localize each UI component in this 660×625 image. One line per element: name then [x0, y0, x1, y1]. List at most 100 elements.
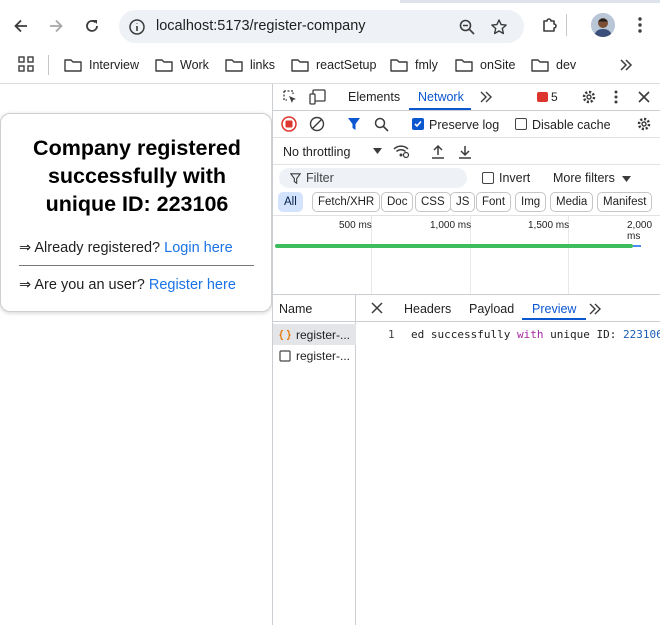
browser-toolbar: localhost:5173/register-company — [0, 0, 660, 50]
bookmark-label[interactable]: onSite — [480, 58, 515, 72]
folder-icon — [291, 59, 309, 72]
filter-chip-js[interactable]: JS — [450, 192, 476, 212]
filter-chip-css[interactable]: CSS — [415, 192, 451, 212]
close-icon[interactable] — [636, 89, 652, 105]
more-tabs-chevron-icon[interactable] — [479, 91, 493, 103]
login-prompt-line: ⇒ Already registered? Login here — [19, 240, 233, 256]
login-prompt: ⇒ Already registered? — [19, 240, 161, 256]
divider — [19, 265, 254, 266]
folder-icon — [390, 59, 408, 72]
timeline-tick-label: 1,000 ms — [430, 220, 472, 231]
dropdown-arrow-icon[interactable] — [372, 147, 382, 155]
dropdown-arrow-icon[interactable] — [621, 175, 631, 183]
tab-headers[interactable]: Headers — [404, 302, 451, 316]
bookmark-label[interactable]: links — [250, 58, 275, 72]
more-filters-button[interactable]: More filters — [553, 171, 615, 185]
avatar[interactable] — [591, 13, 615, 37]
request-name[interactable]: register-... — [296, 349, 350, 363]
filter-funnel-icon[interactable] — [346, 116, 362, 132]
bookmark-folder[interactable]: onSite — [455, 55, 515, 75]
filter-chip-all[interactable]: All — [278, 192, 303, 212]
bookmark-label[interactable]: dev — [556, 58, 576, 72]
register-link[interactable]: Register here — [149, 277, 236, 293]
tab-preview[interactable]: Preview — [532, 302, 576, 316]
folder-icon — [225, 59, 243, 72]
filter-input[interactable]: Filter — [279, 168, 467, 188]
bookmark-star-icon[interactable] — [489, 17, 509, 37]
network-timeline-overview[interactable]: 500 ms 1,000 ms 1,500 ms 2,000 ms — [273, 215, 660, 295]
address-bar[interactable]: localhost:5173/register-company — [119, 10, 524, 43]
bookmark-label[interactable]: fmly — [415, 58, 438, 72]
filter-chip-manifest[interactable]: Manifest — [597, 192, 653, 212]
request-name[interactable]: register-... — [296, 328, 350, 342]
preserve-log-checkbox[interactable] — [412, 118, 424, 130]
folder-icon — [455, 59, 473, 72]
filter-chip-img[interactable]: Img — [515, 192, 547, 212]
devtools-menu-kebab-icon[interactable] — [612, 89, 620, 105]
folder-icon — [64, 59, 82, 72]
device-toolbar-icon[interactable] — [309, 89, 327, 105]
login-link[interactable]: Login here — [164, 240, 233, 256]
tab-network[interactable]: Network — [418, 90, 464, 104]
bookmark-label[interactable]: reactSetup — [316, 58, 376, 72]
bookmark-label[interactable]: Work — [180, 58, 209, 72]
import-har-icon[interactable] — [430, 143, 446, 159]
folder-icon — [531, 59, 549, 72]
resource-type-filters: All Fetch/XHR Doc CSS JS Font Img Media … — [273, 191, 660, 215]
network-toolbar-secondary: No throttling — [273, 138, 660, 165]
gear-icon[interactable] — [581, 89, 597, 105]
disable-cache-label[interactable]: Disable cache — [532, 118, 611, 132]
document-request-icon — [279, 349, 291, 362]
preserve-log-label[interactable]: Preserve log — [429, 118, 499, 132]
bookmark-folder[interactable]: Work — [155, 55, 209, 75]
timeline-tick-label: 2,000 ms — [627, 220, 653, 242]
filter-chip-fetch-xhr[interactable]: Fetch/XHR — [312, 192, 381, 212]
zoom-icon[interactable] — [457, 17, 477, 37]
bookmark-folder[interactable]: fmly — [390, 55, 438, 75]
export-har-icon[interactable] — [457, 143, 473, 159]
throttling-select[interactable]: No throttling — [283, 145, 350, 159]
bookmark-label[interactable]: Interview — [89, 58, 139, 72]
bookmark-folder[interactable]: Interview — [64, 55, 139, 75]
filter-chip-media[interactable]: Media — [550, 192, 594, 212]
reload-icon[interactable] — [79, 13, 105, 39]
menu-kebab-icon[interactable] — [628, 13, 652, 37]
extensions-icon[interactable] — [538, 13, 562, 37]
fetch-request-icon — [279, 329, 291, 341]
invert-checkbox[interactable] — [482, 172, 494, 184]
issues-badge[interactable]: 5 — [537, 90, 558, 104]
filter-funnel-icon — [289, 172, 301, 184]
folder-icon — [155, 59, 173, 72]
back-icon[interactable] — [8, 13, 34, 39]
bookmark-folder[interactable]: reactSetup — [291, 55, 376, 75]
request-row[interactable]: register-... — [273, 345, 356, 366]
tab-payload[interactable]: Payload — [469, 302, 514, 316]
filter-chip-doc[interactable]: Doc — [381, 192, 414, 212]
close-icon[interactable] — [370, 301, 384, 315]
network-settings-gear-icon[interactable] — [636, 116, 652, 132]
record-stop-icon[interactable] — [281, 116, 297, 132]
network-conditions-wifi-icon[interactable] — [392, 143, 410, 159]
forward-icon[interactable] — [43, 13, 69, 39]
clear-icon[interactable] — [309, 116, 325, 132]
url-text[interactable]: localhost:5173/register-company — [156, 18, 366, 34]
disable-cache-checkbox[interactable] — [515, 118, 527, 130]
timeline-request-bar — [275, 244, 633, 248]
inspect-element-icon[interactable] — [282, 89, 298, 105]
tab-elements[interactable]: Elements — [348, 90, 400, 104]
devtools-panel: Elements Network 5 Preserve log Disable … — [272, 84, 660, 625]
timeline-tick-label: 1,500 ms — [528, 220, 570, 231]
line-number: 1 — [388, 328, 395, 341]
chevron-double-right-icon[interactable] — [617, 56, 635, 74]
invert-label[interactable]: Invert — [499, 171, 530, 185]
request-row[interactable]: register-... — [273, 324, 356, 345]
register-prompt-line: ⇒ Are you an user? Register here — [19, 277, 236, 293]
search-icon[interactable] — [373, 116, 389, 132]
apps-grid-icon[interactable] — [18, 56, 34, 72]
site-info-icon[interactable] — [127, 17, 147, 37]
bookmark-folder[interactable]: dev — [531, 55, 576, 75]
bookmark-folder[interactable]: links — [225, 55, 275, 75]
filter-chip-font[interactable]: Font — [476, 192, 512, 212]
registration-success-card: Company registered successfully with uni… — [0, 113, 272, 312]
more-tabs-chevron-icon[interactable] — [588, 303, 602, 315]
